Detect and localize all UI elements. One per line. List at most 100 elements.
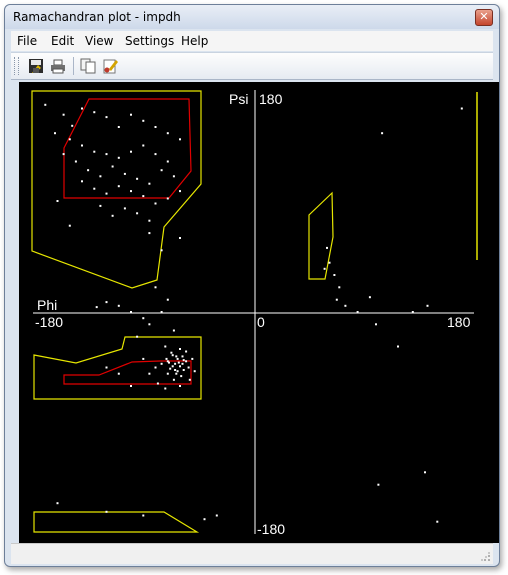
data-point — [169, 367, 172, 370]
data-point — [323, 267, 326, 270]
data-point — [187, 366, 190, 369]
print-button[interactable] — [49, 57, 67, 75]
app-window: Ramachandran plot - impdh ✕ File Edit Vi… — [4, 4, 500, 567]
data-point — [166, 160, 169, 163]
copy-button[interactable] — [79, 57, 97, 75]
data-point — [154, 202, 157, 205]
data-point — [377, 483, 380, 486]
resize-grip-icon[interactable] — [481, 552, 491, 562]
toolbar-grip[interactable] — [14, 57, 19, 75]
data-point — [171, 354, 174, 357]
data-point — [164, 345, 167, 348]
data-point — [356, 311, 359, 313]
menu-view[interactable]: View — [85, 34, 113, 48]
data-point — [160, 311, 163, 313]
phi-label: Phi — [37, 297, 57, 313]
data-point — [338, 286, 341, 289]
data-point — [142, 144, 145, 147]
data-point — [168, 361, 170, 364]
data-point — [148, 182, 151, 185]
data-point — [130, 113, 132, 116]
data-point — [56, 200, 59, 202]
title-bar[interactable]: Ramachandran plot - impdh ✕ — [5, 5, 499, 29]
data-point — [172, 329, 175, 332]
psi-label: Psi — [229, 91, 248, 107]
phi-max-label: 180 — [447, 314, 471, 330]
data-point — [136, 212, 139, 215]
data-point — [215, 514, 218, 517]
data-point — [148, 232, 151, 235]
data-point — [117, 372, 120, 375]
close-button[interactable]: ✕ — [475, 9, 493, 26]
data-point — [328, 261, 331, 264]
data-point — [160, 362, 163, 365]
data-point — [62, 153, 65, 156]
data-point — [182, 369, 185, 371]
data-point — [123, 207, 126, 210]
data-point — [111, 165, 114, 168]
data-point — [424, 471, 426, 474]
toolbar-separator — [73, 57, 74, 75]
data-point — [117, 156, 120, 159]
data-point — [54, 132, 56, 135]
toolbar — [11, 52, 493, 80]
data-point — [130, 385, 132, 387]
data-point — [335, 298, 338, 301]
data-point — [81, 107, 83, 110]
ramachandran-plot[interactable]: Phi -180 0 180 Psi 180 -180 — [19, 82, 499, 543]
data-point — [130, 150, 132, 153]
data-point — [99, 204, 102, 207]
close-icon: ✕ — [479, 10, 489, 23]
data-point — [160, 249, 163, 252]
data-point — [181, 362, 184, 365]
menu-settings[interactable]: Settings — [125, 34, 174, 48]
data-point — [193, 370, 196, 373]
data-point — [136, 177, 139, 180]
data-point — [170, 351, 173, 354]
menu-file[interactable]: File — [17, 34, 37, 48]
data-point — [191, 357, 194, 360]
menu-edit[interactable]: Edit — [51, 34, 74, 48]
data-point — [154, 126, 157, 128]
data-point — [130, 190, 132, 193]
data-point — [171, 365, 174, 368]
data-point — [176, 357, 179, 360]
data-point — [185, 360, 188, 363]
data-point — [165, 357, 168, 360]
data-point — [181, 355, 184, 358]
data-point — [154, 153, 157, 156]
data-point — [156, 382, 159, 385]
data-point — [142, 119, 145, 122]
data-point — [175, 372, 178, 375]
properties-icon — [103, 59, 118, 74]
data-point — [436, 520, 439, 523]
data-point — [62, 113, 65, 116]
menu-help[interactable]: Help — [181, 34, 208, 48]
data-point — [68, 138, 71, 141]
save-button[interactable] — [27, 57, 45, 75]
data-point — [56, 502, 59, 505]
data-point — [174, 362, 177, 365]
data-point — [95, 306, 98, 309]
data-point — [333, 274, 336, 276]
data-point — [160, 169, 163, 172]
data-point — [105, 192, 108, 195]
data-point — [326, 246, 328, 249]
data-point — [123, 172, 126, 175]
data-point — [117, 126, 120, 128]
data-point — [166, 132, 169, 135]
data-point — [177, 361, 180, 364]
data-point — [99, 175, 102, 178]
data-point — [166, 197, 169, 200]
data-point — [105, 116, 108, 119]
data-point — [368, 296, 371, 299]
data-point — [105, 366, 108, 369]
data-point — [81, 144, 83, 147]
data-point — [87, 169, 90, 172]
copy-icon — [80, 58, 96, 74]
data-point — [130, 311, 132, 313]
data-point — [203, 518, 206, 521]
data-point — [154, 366, 157, 369]
data-point — [166, 298, 169, 301]
properties-button[interactable] — [101, 57, 119, 75]
